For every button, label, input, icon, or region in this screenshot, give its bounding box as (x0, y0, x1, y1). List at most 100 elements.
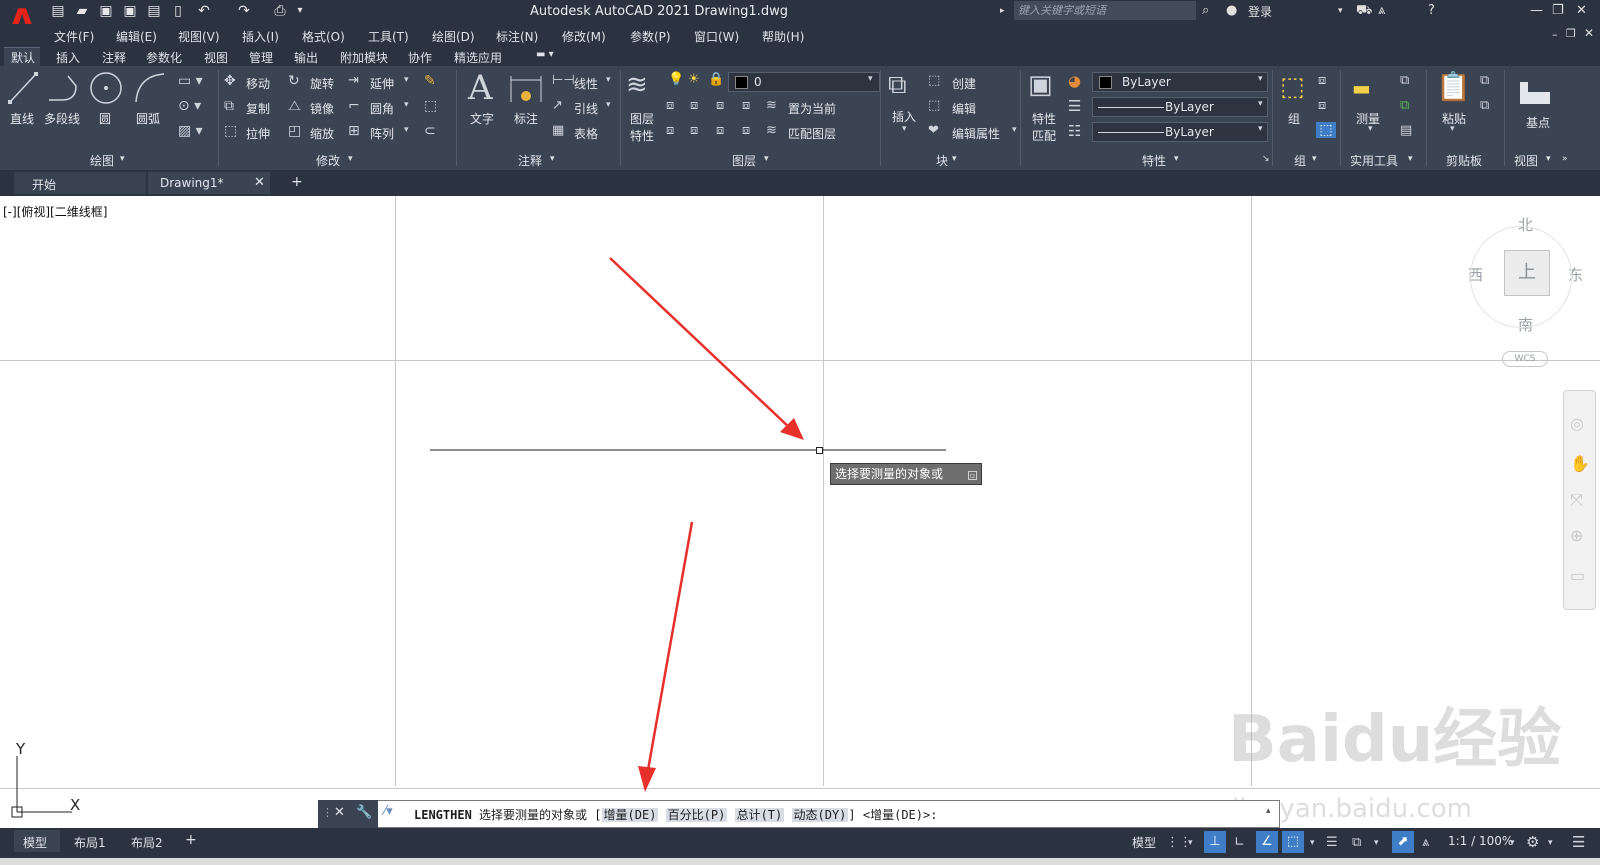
stretch-button[interactable]: 拉伸 (246, 125, 270, 142)
add-layout-icon[interactable]: + (185, 832, 197, 848)
insert-block-icon[interactable]: ⧉ (888, 70, 907, 101)
rotate-icon[interactable]: ↻ (288, 73, 300, 89)
workspace-gear-icon[interactable]: ⚙ (1526, 833, 1539, 851)
set-current-button[interactable]: 置为当前 (788, 100, 836, 117)
layer-tool-4-icon[interactable]: ⧈ (742, 98, 750, 113)
option-delta[interactable]: 增量(DE) (601, 808, 659, 822)
color-dropdown-icon[interactable]: ▾ (1258, 74, 1263, 84)
fillet-icon[interactable]: ⌐ (348, 98, 360, 114)
layer-dropdown[interactable]: 0 (728, 72, 880, 92)
polar-tracking-icon[interactable]: ∠ (1256, 831, 1278, 853)
scale-button[interactable]: 缩放 (310, 125, 334, 142)
ribbon-toggle-icon[interactable]: ▬ ▾ (536, 49, 554, 60)
ellipse-icon[interactable]: ⊙ ▾ (178, 98, 201, 114)
line-grip[interactable] (816, 447, 823, 454)
menu-format[interactable]: 格式(O) (302, 28, 345, 45)
layer-tool-8-icon[interactable]: ⧈ (742, 123, 750, 138)
scale-icon[interactable]: ◰ (288, 123, 301, 139)
menu-file[interactable]: 文件(F) (54, 28, 94, 45)
command-grip-icon[interactable]: ⋮ (322, 806, 333, 819)
cart-icon[interactable]: ⛟ (1356, 3, 1372, 20)
tab-default[interactable]: 默认 (11, 49, 35, 66)
ribbon-more-icon[interactable]: » (1562, 154, 1568, 164)
dimension-icon[interactable] (508, 72, 544, 106)
groups-group-dropdown-icon[interactable]: ▾ (1312, 154, 1317, 164)
selection-cycling-icon[interactable]: ⬈ (1392, 831, 1414, 853)
properties-dialog-launcher-icon[interactable]: ↘ (1262, 154, 1270, 164)
view-group-dropdown-icon[interactable]: ▾ (1546, 154, 1551, 164)
offset-icon[interactable]: ⊂ (424, 123, 436, 139)
cut-icon[interactable]: ⧉ (1480, 73, 1489, 88)
lineweight-icon[interactable]: ☰ (1068, 97, 1081, 115)
linear-dim-icon[interactable]: ⊢⊣ (552, 73, 575, 88)
insert-dropdown-icon[interactable]: ▾ (902, 124, 907, 134)
linetype-dropdown-icon[interactable]: ▾ (1258, 124, 1263, 134)
layer-tool-5-icon[interactable]: ⧈ (666, 123, 674, 138)
layer-tool-2-icon[interactable]: ⧈ (690, 98, 698, 113)
edit-attribute-button[interactable]: 编辑属性 (952, 125, 1000, 142)
paste-dropdown-icon[interactable]: ▾ (1450, 124, 1455, 134)
explode-icon[interactable]: ⬚ (424, 98, 437, 114)
stretch-icon[interactable]: ⬚ (224, 123, 237, 139)
move-icon[interactable]: ✥ (224, 73, 236, 89)
new-tab-icon[interactable]: + (291, 174, 303, 190)
tab-manage[interactable]: 管理 (249, 49, 273, 66)
text-icon[interactable]: A (468, 68, 493, 108)
command-close-icon[interactable]: ✕ (334, 805, 345, 820)
group-select-icon[interactable]: ⬚ (1316, 122, 1336, 138)
tab-annotate[interactable]: 注释 (102, 49, 126, 66)
match-properties-icon[interactable]: ▣ (1028, 70, 1053, 100)
snap-mode-icon[interactable]: ⊥ (1204, 831, 1226, 853)
linear-button[interactable]: 线性 (574, 75, 598, 92)
edit-attribute-icon[interactable]: ❤ (928, 123, 939, 138)
menu-help[interactable]: 帮助(H) (762, 28, 804, 45)
edit-block-icon[interactable]: ⬚ (928, 98, 940, 113)
linetype-icon[interactable]: ☷ (1068, 122, 1081, 140)
save-icon[interactable]: ▣ (98, 3, 114, 19)
measure-dropdown-icon[interactable]: ▾ (1368, 124, 1373, 134)
annotation-visibility-icon[interactable]: ⩓ (1422, 835, 1429, 850)
table-icon[interactable]: ▦ (552, 123, 564, 138)
view-group-label[interactable]: 视图 (1514, 152, 1538, 169)
copy-button[interactable]: 复制 (246, 100, 270, 117)
layers-group-dropdown-icon[interactable]: ▾ (764, 154, 769, 164)
color-wheel-icon[interactable]: ◕ (1068, 72, 1081, 90)
utility-1-icon[interactable]: ⧉ (1400, 73, 1409, 88)
utilities-group-label[interactable]: 实用工具 (1350, 152, 1398, 169)
arc-icon[interactable] (132, 70, 168, 106)
layout-tab-layout1[interactable]: 布局1 (74, 834, 106, 851)
tab-insert[interactable]: 插入 (56, 49, 80, 66)
copy-clip-icon[interactable]: ⧉ (1480, 98, 1489, 113)
tab-parametric[interactable]: 参数化 (146, 49, 182, 66)
move-button[interactable]: 移动 (246, 75, 270, 92)
erase-icon[interactable]: ✎ (424, 73, 436, 89)
rectangle-icon[interactable]: ▭ ▾ (178, 73, 203, 89)
isodraft-icon[interactable]: ⬚ (1282, 831, 1304, 853)
groups-group-label[interactable]: 组 (1294, 152, 1306, 169)
object-snap-dropdown-icon[interactable]: ▾ (1374, 838, 1379, 848)
layer-tool-6-icon[interactable]: ⧈ (690, 123, 698, 138)
minimize-icon[interactable]: — (1530, 3, 1543, 18)
mirror-button[interactable]: 镜像 (310, 100, 334, 117)
command-customize-icon[interactable]: 🔧 (356, 805, 372, 820)
group-icon[interactable]: ⬚ (1280, 72, 1305, 102)
annotation-group-dropdown-icon[interactable]: ▾ (550, 154, 555, 164)
draw-group-label[interactable]: 绘图 (90, 152, 114, 169)
layer-on-icon[interactable]: 💡 (668, 72, 684, 87)
tab-output[interactable]: 输出 (294, 49, 318, 66)
object-snap-tracking-icon[interactable]: ☰ (1326, 835, 1338, 850)
block-group-label[interactable]: 块 (936, 152, 948, 169)
quick-access-dropdown-icon[interactable]: ▾ (292, 3, 308, 19)
doc-restore-icon[interactable]: ❐ (1566, 27, 1576, 40)
annotation-scale[interactable]: 1:1 / 100% (1448, 834, 1513, 848)
ortho-icon[interactable]: ∟ (1234, 835, 1245, 850)
doc-close-icon[interactable]: ✕ (1584, 26, 1594, 40)
tab-featured-apps[interactable]: 精选应用 (454, 49, 502, 66)
match-layer-icon[interactable]: ≋ (766, 123, 777, 138)
leader-dropdown-icon[interactable]: ▾ (606, 100, 611, 110)
menu-window[interactable]: 窗口(W) (694, 28, 739, 45)
array-button[interactable]: 阵列 (370, 125, 394, 142)
tab-addins[interactable]: 附加模块 (340, 49, 388, 66)
menu-draw[interactable]: 绘图(D) (432, 28, 475, 45)
extend-button[interactable]: 延伸 (370, 75, 394, 92)
